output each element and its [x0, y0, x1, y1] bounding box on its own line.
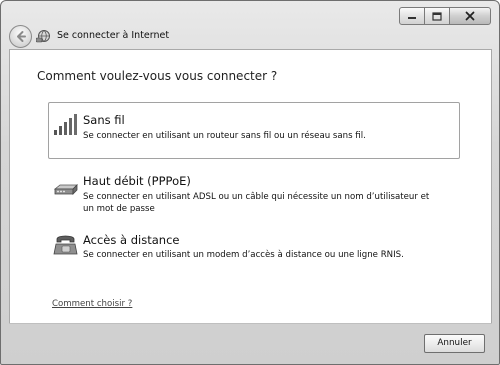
wireless-signal-icon	[54, 114, 77, 135]
cancel-button[interactable]: Annuler	[424, 334, 485, 353]
option-dialup[interactable]: Accès à distance Se connecter en utilisa…	[48, 229, 460, 269]
back-button[interactable]	[9, 25, 32, 48]
close-button[interactable]	[449, 7, 491, 25]
footer-divider	[9, 323, 492, 324]
content-area: Comment voulez-vous vous connecter ? San…	[9, 49, 492, 324]
dialup-telephone-icon	[53, 235, 78, 255]
back-arrow-icon	[17, 31, 26, 42]
option-wireless[interactable]: Sans fil Se connecter en utilisant un ro…	[48, 102, 460, 159]
option-wireless-description: Se connecter en utilisant un routeur san…	[83, 131, 366, 141]
option-dialup-title: Accès à distance	[83, 233, 180, 247]
help-link[interactable]: Comment choisir ?	[52, 299, 132, 309]
minimize-icon	[408, 17, 416, 19]
maximize-button[interactable]	[424, 7, 450, 25]
maximize-icon	[432, 11, 442, 21]
option-broadband-description: Se connecter en utilisant ADSL ou un câb…	[83, 192, 430, 215]
broadband-modem-icon	[53, 184, 78, 195]
close-icon	[465, 11, 475, 21]
network-connection-icon	[36, 30, 50, 43]
option-broadband-title: Haut débit (PPPoE)	[83, 174, 191, 188]
minimize-button[interactable]	[399, 7, 425, 25]
option-wireless-title: Sans fil	[83, 113, 125, 127]
option-broadband[interactable]: Haut débit (PPPoE) Se connecter en utili…	[48, 168, 460, 218]
caption-buttons	[399, 7, 491, 25]
page-heading: Comment voulez-vous vous connecter ?	[37, 69, 278, 83]
title-bar[interactable]: Se connecter à Internet	[1, 1, 499, 49]
wizard-window: Se connecter à Internet Comment voulez-v…	[0, 0, 500, 365]
option-dialup-description: Se connecter en utilisant un modem d’acc…	[83, 250, 404, 260]
window-title: Se connecter à Internet	[57, 30, 170, 41]
